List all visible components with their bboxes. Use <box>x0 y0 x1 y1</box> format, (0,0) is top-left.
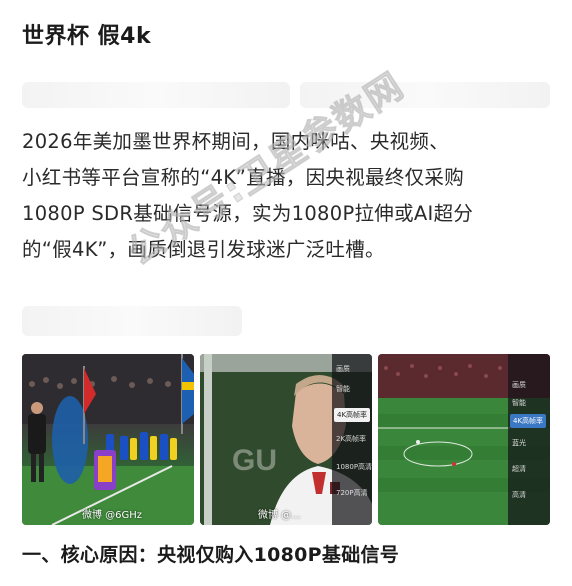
paragraph-line: 的“假4K”，画质倒退引发球迷广泛吐槽。 <box>22 238 385 261</box>
blurred-subtitle-left <box>22 82 290 108</box>
article-title: 世界杯 假4k <box>22 24 152 49</box>
quality-option-selected[interactable]: 4K高帧率 <box>334 408 371 422</box>
photo-player-closeup[interactable]: GU 画质 智能 4K高帧率 2K高帧率 1080P高清 720P高清 微博 @… <box>200 354 372 525</box>
quality-option[interactable]: 蓝光 <box>512 438 526 448</box>
quality-option-selected[interactable]: 4K高帧率 <box>510 414 547 428</box>
quality-option[interactable]: 1080P高清 <box>336 462 372 472</box>
section-heading: 一、核心原因：央视仅购入1080P基础信号 <box>22 544 400 566</box>
photo-credit: 微博 @6GHz <box>82 510 143 521</box>
quality-option[interactable]: 720P高清 <box>336 488 368 498</box>
quality-option[interactable]: 画质 <box>512 380 526 390</box>
blurred-subtitle-right <box>300 82 550 108</box>
paragraph-line: 2026年美加墨世界杯期间，国内咪咕、央视频、 <box>22 130 450 153</box>
quality-option[interactable]: 2K高帧率 <box>336 434 366 444</box>
quality-option[interactable]: 画质 <box>336 364 350 374</box>
quality-menu: 画质 智能 4K高帧率 2K高帧率 1080P高清 720P高清 <box>332 354 372 525</box>
quality-menu: 画质 智能 4K高帧率 蓝光 超清 高清 <box>508 354 550 525</box>
photo-pitch-wide[interactable]: 画质 智能 4K高帧率 蓝光 超清 高清 <box>378 354 550 525</box>
quality-option[interactable]: 智能 <box>512 398 526 408</box>
quality-option[interactable]: 超清 <box>512 464 526 474</box>
blurred-caption <box>22 306 242 336</box>
overlay-text: GU <box>232 444 277 477</box>
paragraph-line: 小红书等平台宣称的“4K”直播，因央视最终仅采购 <box>22 166 464 189</box>
paragraph-line: 1080P SDR基础信号源，实为1080P拉伸或AI超分 <box>22 202 474 225</box>
quality-option[interactable]: 高清 <box>512 490 526 500</box>
stadium-scene <box>22 354 194 525</box>
article-paragraph: 2026年美加墨世界杯期间，国内咪咕、央视频、 小红书等平台宣称的“4K”直播，… <box>22 124 552 268</box>
quality-option[interactable]: 智能 <box>336 384 350 394</box>
photo-credit: 微博 @... <box>258 510 301 521</box>
photo-stadium-walkout[interactable]: 微博 @6GHz <box>22 354 194 525</box>
